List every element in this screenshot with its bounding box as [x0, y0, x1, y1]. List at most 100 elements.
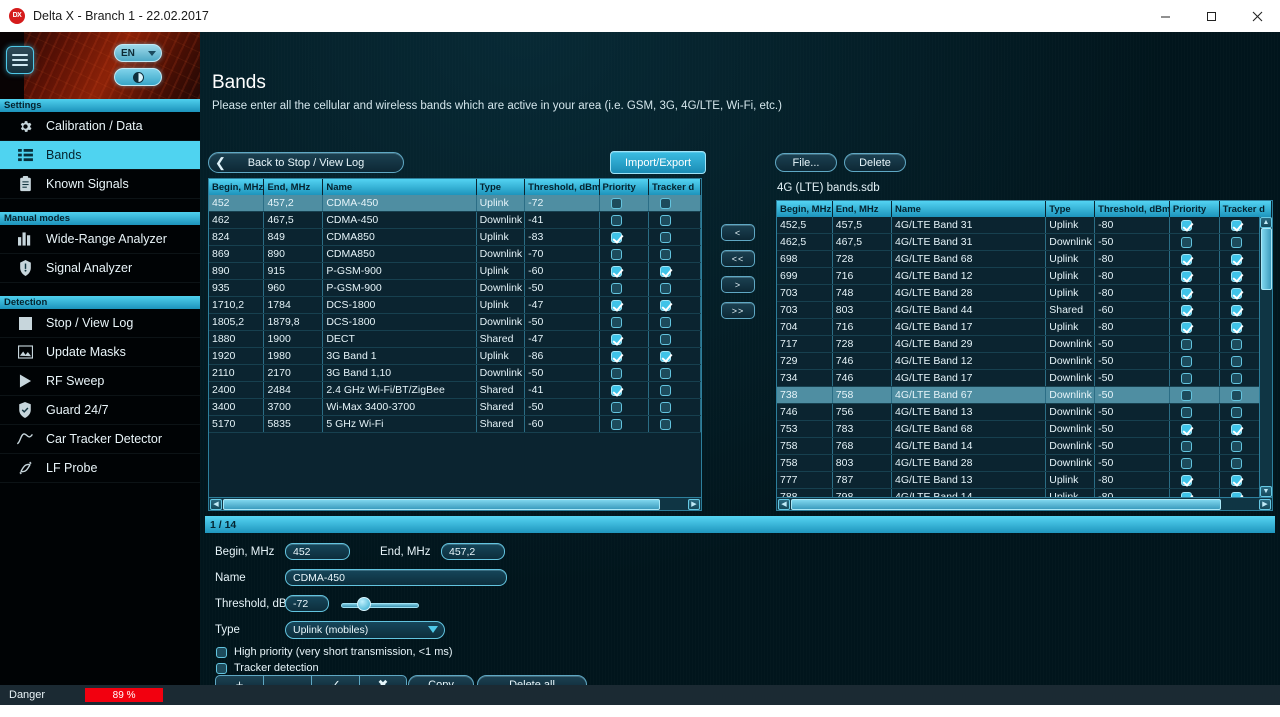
remove-record-button[interactable]: —: [263, 675, 311, 685]
priority-checkbox[interactable]: [1180, 321, 1192, 333]
table-row[interactable]: 452 457,2 CDMA-450 Uplink -72: [209, 195, 701, 212]
tracker-checkbox[interactable]: [659, 350, 671, 362]
end-mhz-input[interactable]: 457,2: [441, 543, 505, 560]
column-header[interactable]: Begin, MHz: [777, 201, 833, 217]
delete-button[interactable]: Delete: [844, 153, 906, 172]
cell-priority[interactable]: [1170, 285, 1220, 301]
sidebar-item-known-signals[interactable]: Known Signals: [0, 170, 200, 199]
type-select[interactable]: Uplink (mobiles): [285, 621, 445, 639]
scroll-left-arrow-icon[interactable]: ◀: [778, 498, 790, 510]
tracker-checkbox[interactable]: [659, 231, 671, 243]
column-header[interactable]: Tracker d: [648, 179, 701, 195]
cell-tracker[interactable]: [649, 195, 701, 211]
cell-tracker[interactable]: [649, 246, 701, 262]
table-row[interactable]: 452,5 457,5 4G/LTE Band 31 Uplink -80: [777, 217, 1272, 234]
sidebar-item-update-masks[interactable]: Update Masks: [0, 338, 200, 367]
column-header[interactable]: Name: [892, 201, 1047, 217]
cell-tracker[interactable]: [649, 399, 701, 415]
cell-tracker[interactable]: [649, 212, 701, 228]
table-row[interactable]: 746 756 4G/LTE Band 13 Downlink -50: [777, 404, 1272, 421]
cell-priority[interactable]: [600, 365, 649, 381]
cell-priority[interactable]: [600, 382, 649, 398]
scroll-down-arrow-icon[interactable]: ▼: [1260, 486, 1272, 497]
table-row[interactable]: 738 758 4G/LTE Band 67 Downlink -50: [777, 387, 1272, 404]
table-row[interactable]: 3400 3700 Wi-Max 3400-3700 Shared -50: [209, 399, 701, 416]
priority-checkbox[interactable]: [1180, 355, 1192, 367]
column-header[interactable]: Threshold, dBm: [1095, 201, 1170, 217]
cell-priority[interactable]: [1170, 302, 1220, 318]
table-row[interactable]: 717 728 4G/LTE Band 29 Downlink -50: [777, 336, 1272, 353]
table-row[interactable]: 699 716 4G/LTE Band 12 Uplink -80: [777, 268, 1272, 285]
table-row[interactable]: 734 746 4G/LTE Band 17 Downlink -50: [777, 370, 1272, 387]
scrollbar-thumb[interactable]: [1260, 228, 1272, 290]
high-priority-checkbox[interactable]: [216, 646, 227, 658]
table-body[interactable]: 452,5 457,5 4G/LTE Band 31 Uplink -80 462,5 46…: [777, 217, 1272, 499]
priority-checkbox[interactable]: [610, 418, 622, 430]
table-row[interactable]: 703 748 4G/LTE Band 28 Uplink -80: [777, 285, 1272, 302]
cell-priority[interactable]: [1170, 421, 1220, 437]
priority-checkbox[interactable]: [1180, 236, 1192, 248]
table-row[interactable]: 1805,2 1879,8 DCS-1800 Downlink -50: [209, 314, 701, 331]
priority-checkbox[interactable]: [610, 350, 622, 362]
column-header[interactable]: Threshold, dBm: [525, 179, 600, 195]
tracker-checkbox[interactable]: [1230, 474, 1242, 486]
table-row[interactable]: 2400 2484 2.4 GHz Wi-Fi/BT/ZigBee Shared -41: [209, 382, 701, 399]
table-row[interactable]: 824 849 CDMA850 Uplink -83: [209, 229, 701, 246]
tracker-checkbox[interactable]: [659, 197, 671, 209]
column-header[interactable]: End, MHz: [832, 201, 893, 217]
sidebar-item-lf-probe[interactable]: LF Probe: [0, 454, 200, 483]
priority-checkbox[interactable]: [1180, 219, 1192, 231]
table-row[interactable]: 704 716 4G/LTE Band 17 Uplink -80: [777, 319, 1272, 336]
move-right-all-button[interactable]: >>: [721, 302, 755, 319]
cell-tracker[interactable]: [649, 331, 701, 347]
tracker-checkbox[interactable]: [659, 418, 671, 430]
table-row[interactable]: 753 783 4G/LTE Band 68 Downlink -50: [777, 421, 1272, 438]
column-header[interactable]: End, MHz: [264, 179, 324, 195]
sidebar-item-signal-analyzer[interactable]: Signal Analyzer: [0, 254, 200, 283]
horizontal-scrollbar[interactable]: ◀ ▶: [777, 497, 1272, 510]
cell-tracker[interactable]: [649, 280, 701, 296]
table-row[interactable]: 462 467,5 CDMA-450 Downlink -41: [209, 212, 701, 229]
tracker-checkbox[interactable]: [1230, 287, 1242, 299]
cell-priority[interactable]: [600, 280, 649, 296]
scrollbar-thumb[interactable]: [791, 498, 1221, 510]
slider-knob[interactable]: [357, 597, 371, 611]
cell-tracker[interactable]: [649, 263, 701, 279]
cell-priority[interactable]: [600, 416, 649, 432]
cell-priority[interactable]: [1170, 370, 1220, 386]
move-left-all-button[interactable]: <<: [721, 250, 755, 267]
import-export-button[interactable]: Import/Export: [610, 151, 706, 174]
column-header[interactable]: Priority: [599, 179, 649, 195]
scroll-up-arrow-icon[interactable]: ▲: [1260, 217, 1272, 228]
priority-checkbox[interactable]: [610, 367, 622, 379]
cell-priority[interactable]: [600, 246, 649, 262]
cell-priority[interactable]: [600, 348, 649, 364]
tracker-checkbox[interactable]: [1230, 270, 1242, 282]
high-priority-row[interactable]: High priority (very short transmission, …: [216, 646, 453, 658]
cell-priority[interactable]: [1170, 319, 1220, 335]
sidebar-item-rf-sweep[interactable]: RF Sweep: [0, 367, 200, 396]
table-row[interactable]: 698 728 4G/LTE Band 68 Uplink -80: [777, 251, 1272, 268]
tracker-detection-row[interactable]: Tracker detection: [216, 662, 319, 674]
table-row[interactable]: 729 746 4G/LTE Band 12 Downlink -50: [777, 353, 1272, 370]
cell-priority[interactable]: [1170, 438, 1220, 454]
priority-checkbox[interactable]: [1180, 406, 1192, 418]
hamburger-icon[interactable]: [6, 46, 34, 74]
priority-checkbox[interactable]: [610, 214, 622, 226]
tracker-detection-checkbox[interactable]: [216, 662, 227, 674]
tracker-checkbox[interactable]: [1230, 304, 1242, 316]
move-right-one-button[interactable]: >: [721, 276, 755, 293]
back-to-stop-view-log-button[interactable]: ❮ Back to Stop / View Log: [208, 152, 404, 173]
tracker-checkbox[interactable]: [659, 401, 671, 413]
cancel-record-button[interactable]: ✖: [359, 675, 407, 685]
tracker-checkbox[interactable]: [659, 214, 671, 226]
maximize-button[interactable]: [1188, 0, 1234, 32]
cell-priority[interactable]: [1170, 268, 1220, 284]
cell-priority[interactable]: [1170, 217, 1220, 233]
table-row[interactable]: 462,5 467,5 4G/LTE Band 31 Downlink -50: [777, 234, 1272, 251]
cell-tracker[interactable]: [649, 416, 701, 432]
cell-tracker[interactable]: [649, 314, 701, 330]
priority-checkbox[interactable]: [610, 265, 622, 277]
cell-priority[interactable]: [1170, 455, 1220, 471]
name-input[interactable]: CDMA-450: [285, 569, 507, 586]
